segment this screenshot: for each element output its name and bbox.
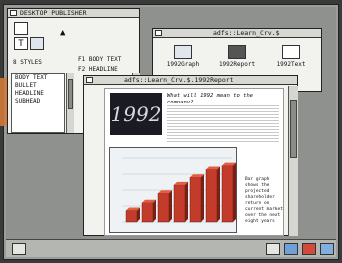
style-list: BODY TEXT BULLET HEADLINE SUBHEAD — [11, 73, 65, 133]
close-icon[interactable] — [155, 30, 162, 36]
chart-bar — [157, 193, 170, 223]
document-title-bar[interactable]: adfs::Learn_Crv.$.1992Report — [84, 76, 297, 85]
style-item[interactable]: SUBHEAD — [15, 98, 64, 106]
tool-pen-icon[interactable] — [14, 22, 28, 35]
body-text-lines — [167, 103, 279, 143]
chart-bar-side — [153, 199, 156, 222]
chart-bar-side — [169, 190, 172, 222]
close-icon[interactable] — [86, 77, 93, 83]
chart-bar — [125, 210, 138, 223]
chart-caption: Bar graph shows the projected shareholde… — [245, 177, 283, 224]
page: 1992 What will 1992 mean to the company?… — [104, 88, 284, 236]
pointer-icon: ▲ — [60, 28, 66, 38]
chart-bar — [173, 184, 186, 223]
app-icon[interactable] — [320, 243, 334, 255]
toolbox-title-bar[interactable]: DESKTOP PUBLISHER — [8, 9, 139, 18]
text-file-icon — [282, 45, 300, 59]
scroll-thumb[interactable] — [68, 79, 73, 109]
chart-bar — [189, 177, 202, 223]
chart-bar-side — [233, 162, 236, 222]
styles-label: 8 STYLES — [13, 59, 42, 66]
tool-grid-icon[interactable] — [30, 37, 44, 50]
chart-bar — [205, 169, 218, 223]
key-line-1: F1 BODY TEXT — [78, 56, 122, 63]
bar-chart — [122, 157, 236, 223]
chart-bar — [221, 165, 234, 223]
drive-icon[interactable] — [12, 243, 26, 255]
file-label: 1992Report — [218, 61, 256, 68]
chart-bar — [141, 202, 154, 223]
file-icon-1992report[interactable]: 1992Report — [209, 45, 265, 68]
document-scrollbar[interactable] — [288, 86, 298, 236]
task-manager-icon[interactable] — [302, 243, 316, 255]
key-line-2: F2 HEADLINE — [78, 66, 118, 73]
palette-icon[interactable] — [284, 243, 298, 255]
chart-bar-side — [201, 174, 204, 222]
file-icon-1992text[interactable]: 1992Text — [265, 45, 317, 68]
scroll-thumb[interactable] — [290, 100, 297, 158]
file-label: 1992Graph — [166, 61, 200, 68]
tool-text-icon[interactable]: T — [14, 37, 28, 50]
file-label: 1992Text — [276, 61, 306, 68]
filer-title: adfs::Learn_Crv.$ — [213, 29, 280, 37]
chart-bar-side — [217, 166, 220, 222]
close-icon[interactable] — [10, 10, 17, 16]
hero-block: 1992 — [110, 93, 162, 135]
filer-title-bar[interactable]: adfs::Learn_Crv.$ — [153, 29, 321, 38]
document-title: adfs::Learn_Crv.$.1992Report — [124, 76, 234, 84]
style-list-scrollbar[interactable] — [66, 73, 74, 133]
style-item[interactable]: BODY TEXT — [15, 74, 64, 82]
chart-bar-side — [185, 181, 188, 222]
printer-icon[interactable] — [266, 243, 280, 255]
app-title: DESKTOP PUBLISHER — [20, 9, 87, 17]
report-file-icon — [228, 45, 246, 59]
style-item[interactable]: HEADLINE — [15, 90, 64, 98]
style-item[interactable]: BULLET — [15, 82, 64, 90]
document-window[interactable]: adfs::Learn_Crv.$.1992Report 1992 What w… — [83, 75, 298, 236]
graph-file-icon — [174, 45, 192, 59]
file-icon-1992graph[interactable]: 1992Graph — [157, 45, 209, 68]
chart-frame — [109, 147, 237, 233]
icon-bar — [6, 239, 336, 257]
